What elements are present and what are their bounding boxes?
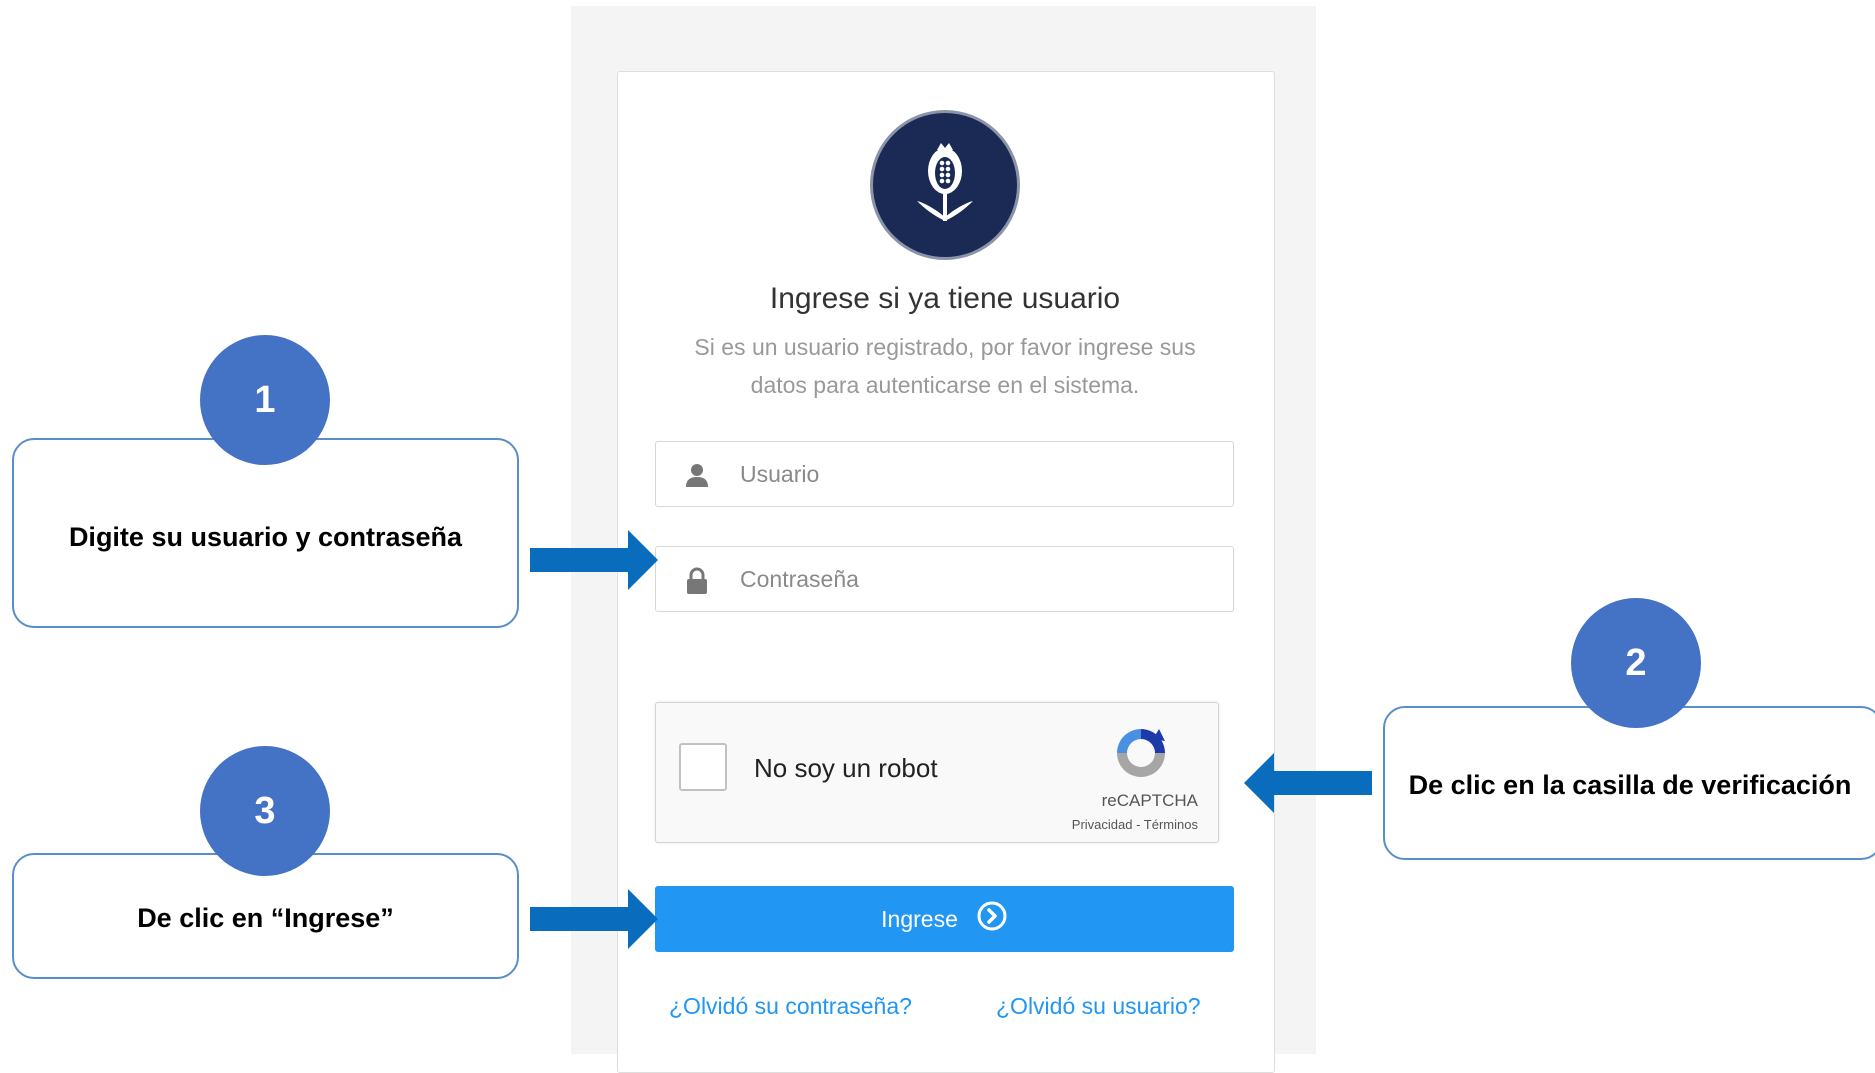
step3-text: De clic en “Ingrese”: [137, 903, 394, 933]
login-subtitle-line: datos para autenticarse en el sistema.: [750, 372, 1140, 398]
user-icon: [684, 462, 710, 488]
login-submit-button[interactable]: Ingrese: [655, 886, 1234, 952]
step1-text: Digite su usuario y contraseña: [68, 522, 463, 552]
recaptcha-checkbox[interactable]: [679, 743, 727, 791]
recaptcha-icon: [1111, 723, 1171, 788]
lock-icon: [684, 567, 710, 594]
recaptcha-label: No soy un robot: [754, 753, 938, 783]
step3-badge: 3: [200, 746, 330, 876]
step2-callout: De clic en la casilla de verificación: [1383, 706, 1875, 860]
logo-emblem-icon: [870, 110, 1020, 260]
forgot-username-link[interactable]: ¿Olvidó su usuario?: [996, 993, 1201, 1020]
login-title: Ingrese si ya tiene usuario: [769, 282, 1121, 315]
username-input[interactable]: [740, 442, 1220, 506]
forgot-password-link[interactable]: ¿Olvidó su contraseña?: [669, 993, 912, 1020]
password-input[interactable]: [740, 547, 1220, 611]
login-submit-label: Ingrese: [881, 905, 958, 932]
step2-text: De clic en la casilla de verificación: [1408, 770, 1852, 800]
step3-arrow: [530, 889, 658, 949]
username-field[interactable]: [655, 441, 1234, 507]
step2-badge: 2: [1571, 598, 1701, 728]
recaptcha-widget: No soy un robot reCAPTCHA Privacidad - T…: [655, 702, 1219, 843]
arrow-circle-right-icon: [976, 900, 1008, 938]
step1-arrow: [530, 530, 658, 590]
recaptcha-brand: reCAPTCHA: [1101, 791, 1198, 810]
step1-callout: Digite su usuario y contraseña: [12, 438, 519, 628]
step2-arrow: [1244, 753, 1372, 813]
password-field[interactable]: [655, 546, 1234, 612]
step1-badge: 1: [200, 335, 330, 465]
login-subtitle-line: Si es un usuario registrado, por favor i…: [694, 334, 1196, 360]
recaptcha-links[interactable]: Privacidad - Términos: [1072, 817, 1198, 832]
login-subtitle: Si es un usuario registrado, por favor i…: [660, 328, 1230, 404]
